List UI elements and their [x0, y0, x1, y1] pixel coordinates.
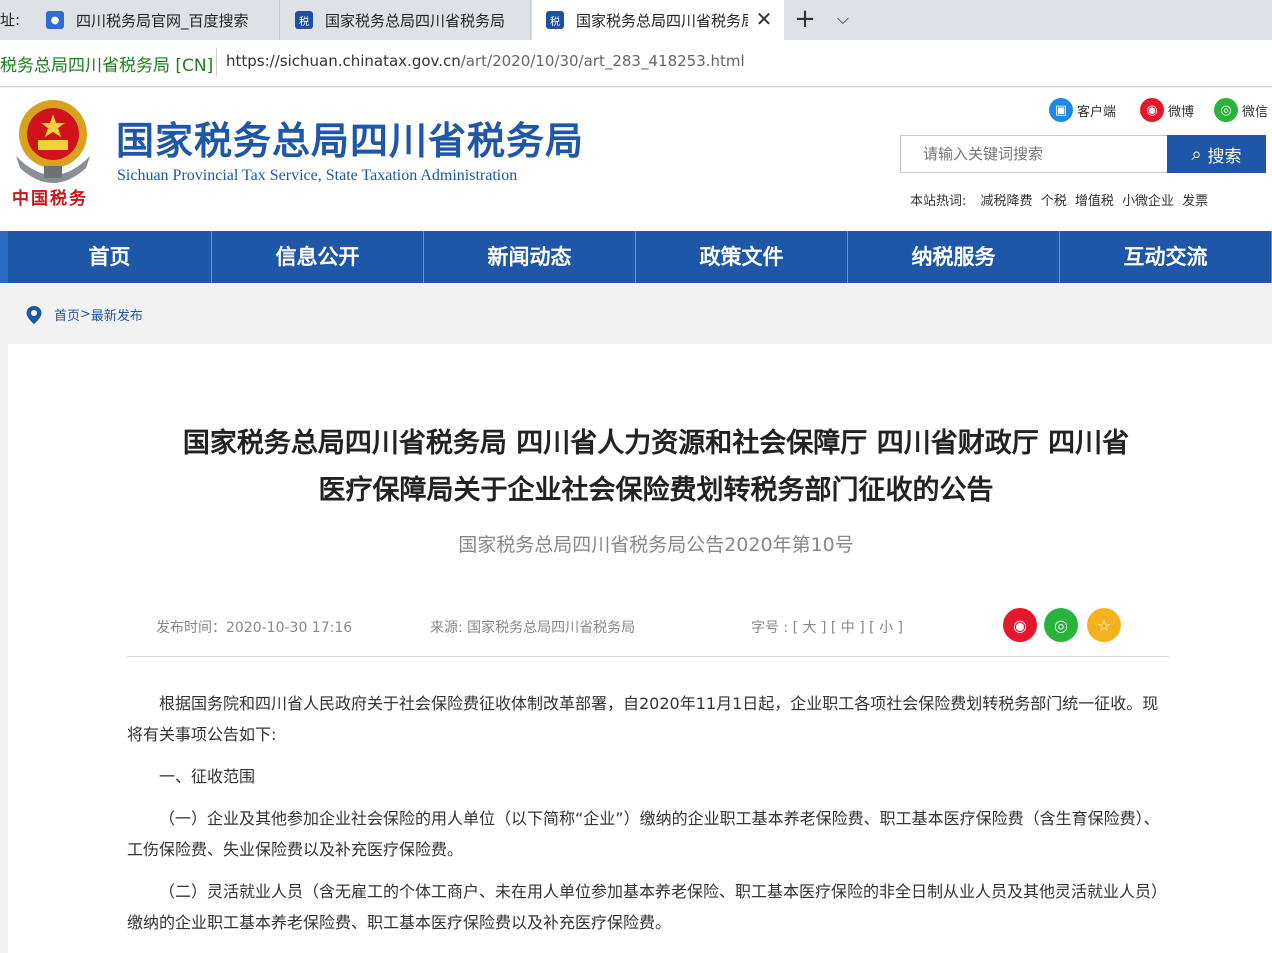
tab-baidu-search[interactable]: ● 四川税务局官网_百度搜索	[32, 0, 280, 40]
wechat-icon: ◎	[1214, 98, 1238, 122]
nav-item-info-disclosure[interactable]: 信息公开	[212, 231, 425, 283]
publish-time: 发布时间：2020-10-30 17:16	[156, 620, 353, 636]
favorite-star-icon[interactable]: ☆	[1087, 608, 1121, 642]
document-number: 国家税务总局四川省税务局公告2020年第10号	[458, 534, 854, 556]
browser-tab-bar: 址: ● 四川税务局官网_百度搜索 税 国家税务总局四川省税务局 税 国家税务总…	[0, 0, 1272, 40]
share-weibo-icon[interactable]: ◉	[1003, 608, 1037, 642]
search-box	[900, 135, 1168, 173]
tab-title: 四川税务局官网_百度搜索	[76, 11, 249, 30]
new-tab-button[interactable]: +	[792, 6, 818, 32]
nav-item-policy[interactable]: 政策文件	[636, 231, 849, 283]
main-nav: 首页 信息公开 新闻动态 政策文件 纳税服务 互动交流	[0, 231, 1272, 283]
search-button-label: 搜索	[1207, 146, 1242, 167]
close-tab-icon[interactable]: ✕	[754, 9, 774, 29]
tab-title: 国家税务总局四川省税务局	[576, 11, 748, 30]
article-meta: 发布时间：2020-10-30 17:16 来源: 国家税务总局四川省税务局 字…	[127, 606, 1169, 657]
mobile-client-link[interactable]: ▣ 客户端	[1049, 98, 1116, 122]
article-container: 国家税务总局四川省税务局 四川省人力资源和社会保障厅 四川省财政厅 四川省 医疗…	[8, 344, 1272, 953]
hotword-link[interactable]: 小微企业	[1122, 194, 1174, 209]
address-bar: 税务总局四川省税务局 [CN] https://sichuan.chinatax…	[0, 40, 1272, 87]
share-wechat-icon[interactable]: ◎	[1044, 608, 1078, 642]
tab-list-chevron-icon[interactable]: ⌵	[832, 8, 854, 30]
article-paragraph: （一）企业及其他参加企业社会保险的用人单位（以下简称“企业”）缴纳的企业职工基本…	[127, 809, 1160, 859]
article-title-line: 国家税务总局四川省税务局 四川省人力资源和社会保障厅 四川省财政厅 四川省	[182, 428, 1130, 459]
article-title-line: 医疗保障局关于企业社会保险费划转税务部门征收的公告	[318, 475, 994, 506]
address-label-fragment: 址:	[0, 11, 21, 29]
url-field[interactable]: https://sichuan.chinatax.gov.cn/art/2020…	[226, 52, 745, 70]
nav-item-interaction[interactable]: 互动交流	[1060, 231, 1272, 283]
url-host: https://sichuan.chinatax.gov.cn	[226, 52, 461, 70]
hotword-link[interactable]: 个税	[1041, 194, 1067, 209]
tax-bureau-icon: 税	[295, 11, 313, 29]
location-pin-icon	[26, 305, 42, 324]
social-label: 微信	[1242, 104, 1269, 120]
article-source: 来源: 国家税务总局四川省税务局	[430, 620, 636, 636]
hotword-link[interactable]: 减税降费	[981, 194, 1033, 209]
social-label: 微博	[1168, 104, 1195, 120]
article-paragraph: （二）灵活就业人员（含无雇工的个体工商户、未在用人单位参加基本养老保险、职工基本…	[127, 882, 1168, 932]
weibo-icon: ◉	[1140, 98, 1164, 122]
article-body: 根据国务院和四川省人民政府关于社会保险费征收体制改革部署，自2020年11月1日…	[127, 688, 1171, 949]
breadcrumb: 首页 > 最新发布	[26, 305, 143, 324]
nav-item-home[interactable]: 首页	[0, 231, 213, 283]
font-size-controls[interactable]: 字号 : [ 大 ] [ 中 ] [ 小 ]	[751, 617, 903, 637]
baidu-paw-icon: ●	[46, 11, 64, 29]
site-identity[interactable]: 税务总局四川省税务局 [CN]	[0, 40, 212, 86]
tab-tax-bureau-active[interactable]: 税 国家税务总局四川省税务局 ✕	[532, 0, 784, 40]
site-subtitle: Sichuan Provincial Tax Service, State Ta…	[117, 167, 518, 184]
breadcrumb-separator: >	[80, 307, 91, 322]
nav-item-news[interactable]: 新闻动态	[424, 231, 637, 283]
search-input[interactable]	[921, 136, 1165, 172]
hot-words: 本站热词: 减税降费 个税 增值税 小微企业 发票	[910, 190, 1212, 209]
hotword-link[interactable]: 发票	[1182, 194, 1208, 209]
site-header: 中国税务 国家税务总局四川省税务局 Sichuan Provincial Tax…	[0, 88, 1272, 231]
tab-tax-bureau[interactable]: 税 国家税务总局四川省税务局	[281, 0, 531, 40]
social-label: 客户端	[1077, 104, 1117, 120]
search-button[interactable]: ⌕ 搜索	[1167, 135, 1266, 173]
breadcrumb-home[interactable]: 首页	[54, 305, 80, 324]
national-emblem-icon[interactable]	[8, 94, 98, 194]
tax-bureau-icon: 税	[546, 11, 564, 29]
address-divider	[216, 48, 217, 76]
search-icon: ⌕	[1191, 143, 1202, 165]
mobile-client-icon: ▣	[1049, 98, 1073, 122]
article-title: 国家税务总局四川省税务局 四川省人力资源和社会保障厅 四川省财政厅 四川省 医疗…	[8, 420, 1272, 514]
wechat-link[interactable]: ◎ 微信	[1214, 98, 1268, 122]
hotword-link[interactable]: 增值税	[1075, 194, 1114, 209]
emblem-caption: 中国税务	[12, 189, 88, 209]
hotwords-label: 本站热词:	[910, 194, 967, 209]
tab-title: 国家税务总局四川省税务局	[325, 11, 506, 30]
breadcrumb-current[interactable]: 最新发布	[91, 305, 143, 324]
article-paragraph: 根据国务院和四川省人民政府关于社会保险费征收体制改革部署，自2020年11月1日…	[127, 694, 1159, 744]
article-paragraph: 一、征收范围	[159, 767, 256, 786]
site-title[interactable]: 国家税务总局四川省税务局	[116, 110, 584, 165]
url-path: /art/2020/10/30/art_283_418253.html	[460, 52, 745, 70]
nav-item-tax-service[interactable]: 纳税服务	[848, 231, 1061, 283]
weibo-link[interactable]: ◉ 微博	[1140, 98, 1194, 122]
